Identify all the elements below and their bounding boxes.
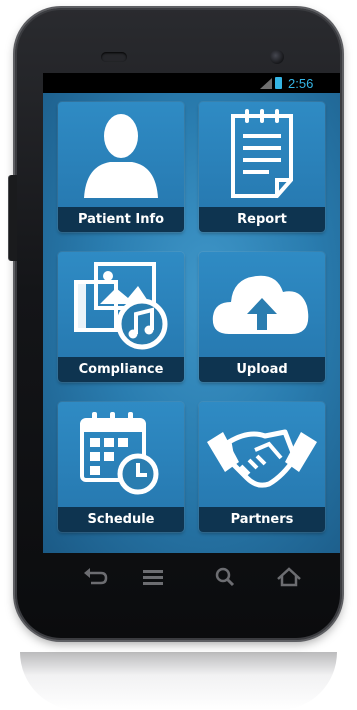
- tile-label: Patient Info: [58, 207, 184, 232]
- person-icon: [84, 114, 158, 198]
- phone-reflection: [20, 652, 337, 710]
- calendar-clock-icon: [80, 412, 159, 495]
- notepad-icon: [231, 109, 293, 198]
- volume-button: [9, 175, 17, 261]
- front-camera: [270, 50, 284, 64]
- tile-patient-info[interactable]: Patient Info: [58, 102, 184, 232]
- media-music-icon: [74, 262, 168, 350]
- tile-label: Report: [199, 207, 325, 232]
- back-icon[interactable]: [81, 565, 109, 589]
- tile-label: Upload: [199, 357, 325, 382]
- handshake-icon: [207, 429, 317, 488]
- search-icon[interactable]: [211, 565, 239, 589]
- tile-partners[interactable]: Partners: [199, 402, 325, 532]
- tile-label: Partners: [199, 507, 325, 532]
- earpiece-speaker: [101, 52, 127, 62]
- status-time: 2:56: [288, 76, 314, 91]
- signal-icon: [260, 78, 272, 89]
- app-screen: 2:56 Patient Info Report Compliance Uplo…: [43, 73, 340, 553]
- status-bar: 2:56: [43, 73, 340, 93]
- tile-report[interactable]: Report: [199, 102, 325, 232]
- cloud-upload-icon: [212, 275, 309, 334]
- home-icon[interactable]: [275, 565, 303, 589]
- battery-icon: [275, 77, 282, 89]
- menu-icon[interactable]: [139, 565, 167, 589]
- tile-schedule[interactable]: Schedule: [58, 402, 184, 532]
- tile-upload[interactable]: Upload: [199, 252, 325, 382]
- tile-label: Schedule: [58, 507, 184, 532]
- navigation-bar: [43, 557, 340, 597]
- tile-compliance[interactable]: Compliance: [58, 252, 184, 382]
- tile-label: Compliance: [58, 357, 184, 382]
